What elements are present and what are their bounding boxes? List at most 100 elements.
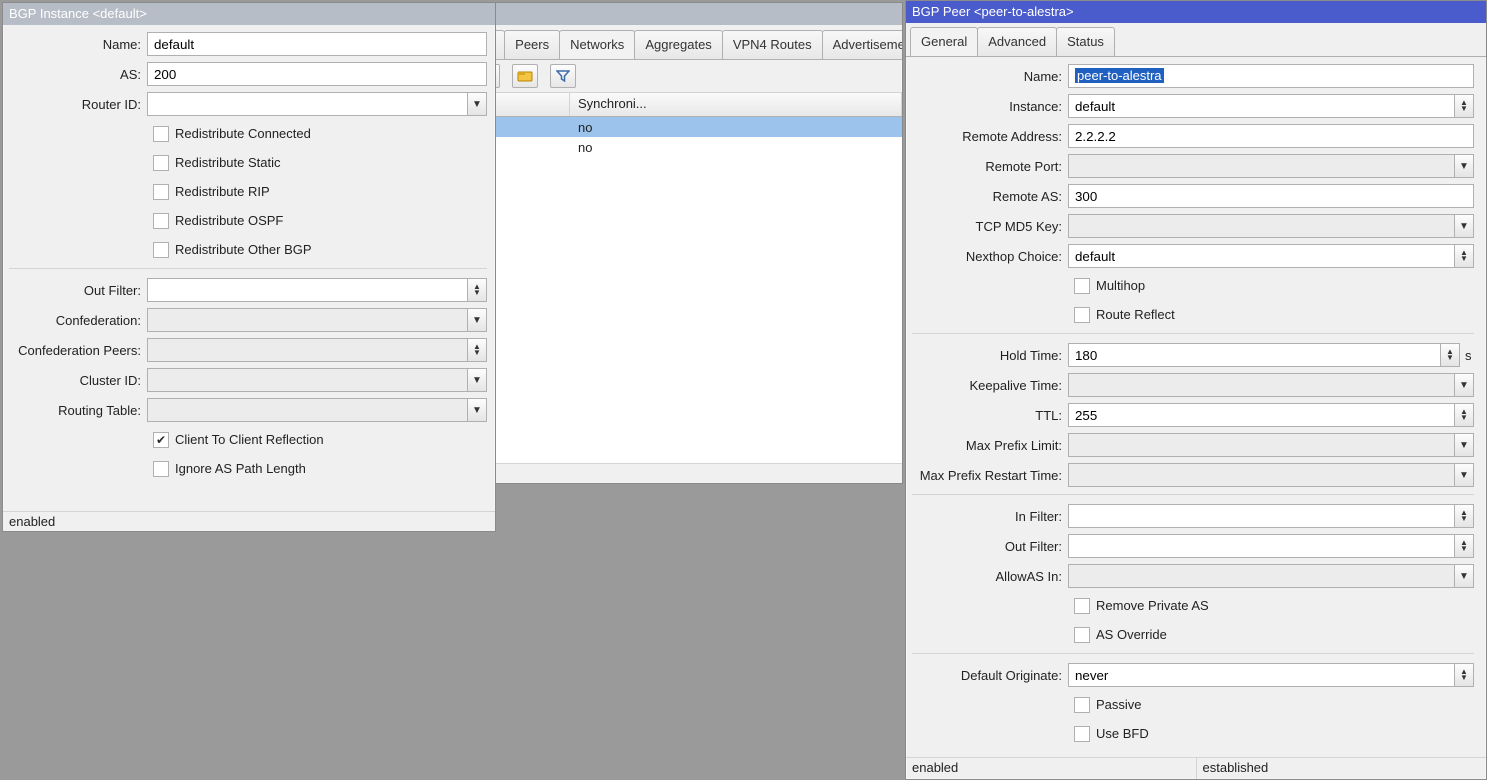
outfilter-label: Out Filter: xyxy=(9,283,147,298)
tcp-md5-input[interactable] xyxy=(1068,214,1454,238)
routingtable-label: Routing Table: xyxy=(9,403,147,418)
tab-advanced[interactable]: Advanced xyxy=(977,27,1057,57)
keepalive-dropdown[interactable]: ▼ xyxy=(1454,373,1474,397)
peer-status-left: enabled xyxy=(906,758,1197,779)
peer-tabs: General Advanced Status xyxy=(906,23,1486,57)
tab-vpn4[interactable]: VPN4 Routes xyxy=(722,30,823,60)
confed-peers-input[interactable] xyxy=(147,338,467,362)
client-reflection-checkbox[interactable]: ✔ xyxy=(153,432,169,448)
use-bfd-checkbox[interactable] xyxy=(1074,726,1090,742)
as-label: AS: xyxy=(9,67,147,82)
peer-instance-label: Instance: xyxy=(912,99,1068,114)
as-override-checkbox[interactable] xyxy=(1074,627,1090,643)
bgp-peer-window: BGP Peer <peer-to-alestra> General Advan… xyxy=(905,0,1487,780)
col-sync[interactable]: Synchroni... xyxy=(570,93,902,116)
peer-instance-input[interactable] xyxy=(1068,94,1454,118)
remote-port-label: Remote Port: xyxy=(912,159,1068,174)
redistribute-connected-checkbox[interactable] xyxy=(153,126,169,142)
tab-peers[interactable]: Peers xyxy=(504,30,560,60)
client-reflection-label: Client To Client Reflection xyxy=(175,432,324,447)
peer-instance-dropdown[interactable]: ▲▼ xyxy=(1454,94,1474,118)
infilter-label: In Filter: xyxy=(912,509,1068,524)
routerid-dropdown[interactable]: ▼ xyxy=(467,92,487,116)
redistribute-static-checkbox[interactable] xyxy=(153,155,169,171)
redistribute-ospf-checkbox[interactable] xyxy=(153,213,169,229)
remote-port-dropdown[interactable]: ▼ xyxy=(1454,154,1474,178)
confed-peers-dropdown[interactable]: ▲▼ xyxy=(467,338,487,362)
instance-title: BGP Instance <default> xyxy=(3,3,495,25)
peer-status-right: established xyxy=(1197,758,1487,779)
redistribute-other-label: Redistribute Other BGP xyxy=(175,242,312,257)
route-reflect-checkbox[interactable] xyxy=(1074,307,1090,323)
filter-button[interactable] xyxy=(550,64,576,88)
redistribute-ospf-label: Redistribute OSPF xyxy=(175,213,283,228)
ignore-as-path-checkbox[interactable] xyxy=(153,461,169,477)
remote-port-input[interactable] xyxy=(1068,154,1454,178)
as-input[interactable] xyxy=(147,62,487,86)
redistribute-other-checkbox[interactable] xyxy=(153,242,169,258)
confed-dropdown[interactable]: ▼ xyxy=(467,308,487,332)
routerid-label: Router ID: xyxy=(9,97,147,112)
infilter-dropdown[interactable]: ▲▼ xyxy=(1454,504,1474,528)
confed-input[interactable] xyxy=(147,308,467,332)
tab-status[interactable]: Status xyxy=(1056,27,1115,57)
comment-button[interactable] xyxy=(512,64,538,88)
nexthop-dropdown[interactable]: ▲▼ xyxy=(1454,244,1474,268)
peer-outfilter-input[interactable] xyxy=(1068,534,1454,558)
peer-name-input[interactable]: peer-to-alestra xyxy=(1068,64,1474,88)
peer-name-label: Name: xyxy=(912,69,1068,84)
remote-as-input[interactable] xyxy=(1068,184,1474,208)
default-originate-input[interactable] xyxy=(1068,663,1454,687)
max-prefix-restart-dropdown[interactable]: ▼ xyxy=(1454,463,1474,487)
ttl-dropdown[interactable]: ▲▼ xyxy=(1454,403,1474,427)
passive-label: Passive xyxy=(1096,697,1142,712)
ttl-label: TTL: xyxy=(912,408,1068,423)
allowas-dropdown[interactable]: ▼ xyxy=(1454,564,1474,588)
passive-checkbox[interactable] xyxy=(1074,697,1090,713)
routerid-input[interactable] xyxy=(147,92,467,116)
confed-label: Confederation: xyxy=(9,313,147,328)
max-prefix-restart-input[interactable] xyxy=(1068,463,1454,487)
routingtable-input[interactable] xyxy=(147,398,467,422)
tab-adverts[interactable]: Advertisements xyxy=(822,30,902,60)
allowas-input[interactable] xyxy=(1068,564,1454,588)
keepalive-input[interactable] xyxy=(1068,373,1454,397)
routingtable-dropdown[interactable]: ▼ xyxy=(467,398,487,422)
remove-private-as-label: Remove Private AS xyxy=(1096,598,1209,613)
remote-addr-input[interactable] xyxy=(1068,124,1474,148)
clusterid-dropdown[interactable]: ▼ xyxy=(467,368,487,392)
infilter-input[interactable] xyxy=(1068,504,1454,528)
outfilter-input[interactable] xyxy=(147,278,467,302)
tab-aggregates[interactable]: Aggregates xyxy=(634,30,723,60)
peer-status-bar: enabled established xyxy=(906,757,1486,779)
hold-dropdown[interactable]: ▲▼ xyxy=(1440,343,1460,367)
nexthop-label: Nexthop Choice: xyxy=(912,249,1068,264)
tab-networks[interactable]: Networks xyxy=(559,30,635,60)
route-reflect-label: Route Reflect xyxy=(1096,307,1175,322)
max-prefix-input[interactable] xyxy=(1068,433,1454,457)
multihop-checkbox[interactable] xyxy=(1074,278,1090,294)
default-originate-dropdown[interactable]: ▲▼ xyxy=(1454,663,1474,687)
confed-peers-label: Confederation Peers: xyxy=(9,343,147,358)
as-override-label: AS Override xyxy=(1096,627,1167,642)
instance-status: enabled xyxy=(3,511,495,531)
remove-private-as-checkbox[interactable] xyxy=(1074,598,1090,614)
max-prefix-dropdown[interactable]: ▼ xyxy=(1454,433,1474,457)
clusterid-input[interactable] xyxy=(147,368,467,392)
max-prefix-restart-label: Max Prefix Restart Time: xyxy=(912,468,1068,483)
clusterid-label: Cluster ID: xyxy=(9,373,147,388)
remote-as-label: Remote AS: xyxy=(912,189,1068,204)
max-prefix-label: Max Prefix Limit: xyxy=(912,438,1068,453)
tcp-md5-dropdown[interactable]: ▼ xyxy=(1454,214,1474,238)
name-input[interactable] xyxy=(147,32,487,56)
redistribute-rip-checkbox[interactable] xyxy=(153,184,169,200)
ttl-input[interactable] xyxy=(1068,403,1454,427)
hold-input[interactable] xyxy=(1068,343,1440,367)
ignore-as-path-label: Ignore AS Path Length xyxy=(175,461,306,476)
tab-general[interactable]: General xyxy=(910,27,978,57)
outfilter-dropdown[interactable]: ▲▼ xyxy=(467,278,487,302)
peer-outfilter-label: Out Filter: xyxy=(912,539,1068,554)
nexthop-input[interactable] xyxy=(1068,244,1454,268)
tcp-md5-label: TCP MD5 Key: xyxy=(912,219,1068,234)
peer-outfilter-dropdown[interactable]: ▲▼ xyxy=(1454,534,1474,558)
